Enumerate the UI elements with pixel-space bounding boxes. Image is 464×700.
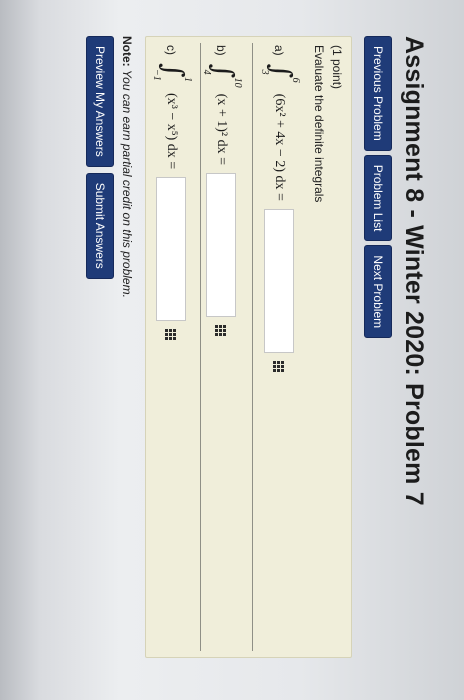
instructions: Evaluate the definite integrals bbox=[312, 45, 326, 203]
keypad-icon[interactable] bbox=[273, 360, 285, 372]
answer-input-c[interactable] bbox=[156, 177, 186, 322]
integral-sign: ∫ 6 3 bbox=[259, 60, 301, 90]
keypad-icon[interactable] bbox=[165, 329, 177, 341]
previous-problem-button[interactable]: Previous Problem bbox=[364, 36, 392, 151]
integral-sign: ∫ 1 −1 bbox=[151, 59, 193, 89]
integrand: (6x² + 4x − 2) dx = bbox=[272, 93, 287, 201]
answer-input-a[interactable] bbox=[264, 208, 294, 353]
lower-limit: −1 bbox=[151, 69, 162, 81]
integrand: (x + 1)² dx = bbox=[214, 93, 229, 165]
problem-list-button[interactable]: Problem List bbox=[364, 154, 392, 242]
rotated-page: Assignment 8 - Winter 2020: Problem 7 Pr… bbox=[0, 0, 464, 700]
upper-limit: 1 bbox=[182, 77, 193, 82]
part-c: c) ∫ 1 −1 (x³ − x⁵) dx = bbox=[151, 45, 193, 341]
answer-actions: Preview My Answers Submit Answers bbox=[86, 36, 114, 279]
divider bbox=[252, 43, 253, 651]
part-label: c) bbox=[164, 45, 178, 55]
page: Assignment 8 - Winter 2020: Problem 7 Pr… bbox=[0, 0, 464, 700]
problem-nav: Previous Problem Problem List Next Probl… bbox=[364, 36, 392, 339]
divider bbox=[200, 43, 201, 651]
next-problem-button[interactable]: Next Problem bbox=[364, 245, 392, 339]
part-label: a) bbox=[272, 45, 286, 56]
note-text: You can earn partial credit on this prob… bbox=[120, 69, 134, 298]
submit-answers-button[interactable]: Submit Answers bbox=[86, 172, 114, 279]
part-label: b) bbox=[214, 45, 228, 56]
lower-limit: 4 bbox=[201, 69, 212, 75]
preview-answers-button[interactable]: Preview My Answers bbox=[86, 36, 114, 167]
part-b: b) ∫ 10 4 (x + 1)² dx = bbox=[201, 45, 243, 336]
upper-limit: 10 bbox=[232, 77, 243, 88]
part-a: a) ∫ 6 3 (6x² + 4x − 2) dx = bbox=[259, 45, 301, 372]
answer-input-b[interactable] bbox=[206, 172, 236, 317]
integrand: (x³ − x⁵) dx = bbox=[164, 93, 179, 170]
problem-box: (1 point) Evaluate the definite integral… bbox=[145, 36, 352, 658]
lower-limit: 3 bbox=[259, 69, 270, 75]
integral-sign: ∫ 10 4 bbox=[201, 60, 243, 90]
keypad-icon[interactable] bbox=[215, 324, 227, 336]
upper-limit: 6 bbox=[290, 77, 301, 83]
page-title: Assignment 8 - Winter 2020: Problem 7 bbox=[400, 36, 428, 506]
points-label: (1 point) bbox=[330, 45, 344, 90]
note-label: Note: bbox=[120, 36, 134, 67]
partial-credit-note: Note: You can earn partial credit on thi… bbox=[120, 36, 134, 298]
